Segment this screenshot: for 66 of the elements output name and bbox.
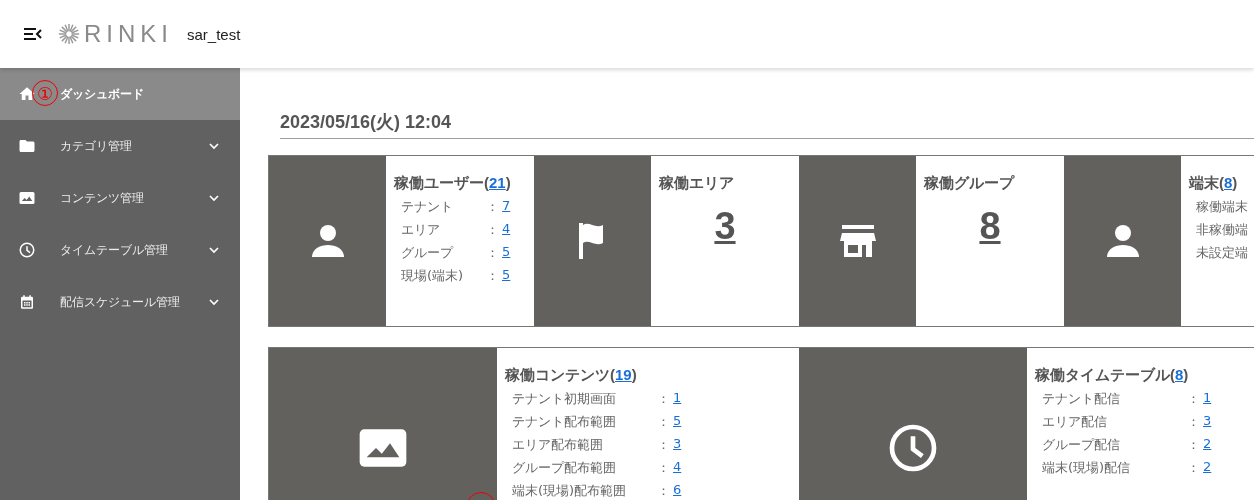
item-label: 未設定端 (1196, 244, 1249, 262)
sidebar-item[interactable]: ① ダッシュボード (0, 68, 240, 120)
count-link[interactable]: 8 (924, 205, 1056, 248)
item-label: グループ配布範囲 (512, 459, 617, 477)
sidebar-item[interactable]: カテゴリ管理 (0, 120, 240, 172)
item-label: 端末(現場)配布範囲 (512, 482, 628, 500)
colon: ： (657, 413, 671, 431)
count-link[interactable]: 21 (489, 174, 506, 191)
sidebar-item[interactable]: コンテンツ管理 (0, 172, 240, 224)
item-label: 現場(端末) (401, 267, 465, 285)
item-label: 稼働端末 (1196, 198, 1249, 216)
count-link[interactable]: 7 (502, 198, 511, 216)
count-link[interactable]: 5 (502, 267, 511, 285)
count-link[interactable]: 19 (615, 366, 632, 383)
item-label: エリア (401, 221, 441, 239)
item-label: エリア配布範囲 (512, 436, 604, 454)
card-title: 稼働エリア (659, 174, 735, 193)
item-label: 端末(現場)配信 (1042, 459, 1132, 477)
card-title: 稼働コンテンツ(19) (505, 366, 638, 385)
count-link[interactable]: 6 (673, 482, 682, 500)
card-title: 端末(8) (1189, 174, 1239, 193)
colon: ： (657, 436, 671, 454)
colon: ： (1187, 459, 1201, 477)
folder-icon (18, 137, 36, 155)
count-link[interactable]: 4 (502, 221, 511, 239)
image-icon (18, 189, 36, 207)
item-label: グループ (401, 244, 455, 262)
sunburst-icon (58, 23, 80, 45)
colon: ： (657, 482, 671, 500)
count-link[interactable]: 2 (1203, 436, 1212, 454)
menu-icon (23, 26, 43, 42)
clock-icon (18, 241, 36, 259)
item-label: テナント (401, 198, 454, 216)
item-label: テナント配布範囲 (512, 413, 617, 431)
count-link[interactable]: 5 (673, 413, 682, 431)
count-link[interactable]: 1 (1203, 390, 1212, 408)
date-heading: 2023/05/16(火) 12:04 (280, 110, 1254, 139)
item-label: 非稼働端 (1196, 221, 1249, 239)
colon: ： (1187, 390, 1201, 408)
sidebar-item[interactable]: 配信スケジュール管理 (0, 276, 240, 328)
sidebar-item[interactable]: タイムテーブル管理 (0, 224, 240, 276)
item-label: テナント初期画面 (512, 390, 617, 408)
card-title: 稼働グループ (924, 174, 1016, 193)
count-link[interactable]: 1 (673, 390, 682, 408)
item-label: テナント配信 (1042, 390, 1121, 408)
card-title: 稼働ユーザー(21) (394, 174, 512, 193)
colon: ： (486, 267, 500, 285)
logo-text: RINKI (84, 20, 173, 48)
count-link[interactable]: 4 (673, 459, 682, 477)
item-label: グループ配信 (1042, 436, 1121, 454)
item-label: エリア配信 (1042, 413, 1108, 431)
colon: ： (486, 221, 500, 239)
colon: ： (1187, 436, 1201, 454)
count-link[interactable]: 3 (659, 205, 791, 248)
calendar-icon (18, 293, 36, 311)
count-link[interactable]: 3 (673, 436, 682, 454)
user-name: sar_test (187, 25, 241, 43)
colon: ： (486, 198, 500, 216)
count-link[interactable]: 2 (1203, 459, 1212, 477)
card-title: 稼働タイムテーブル(8) (1035, 366, 1190, 385)
colon: ： (1187, 413, 1201, 431)
colon: ： (486, 244, 500, 262)
colon: ： (657, 459, 671, 477)
colon: ： (657, 390, 671, 408)
count-link[interactable]: 3 (1203, 413, 1212, 431)
count-link[interactable]: 5 (502, 244, 511, 262)
